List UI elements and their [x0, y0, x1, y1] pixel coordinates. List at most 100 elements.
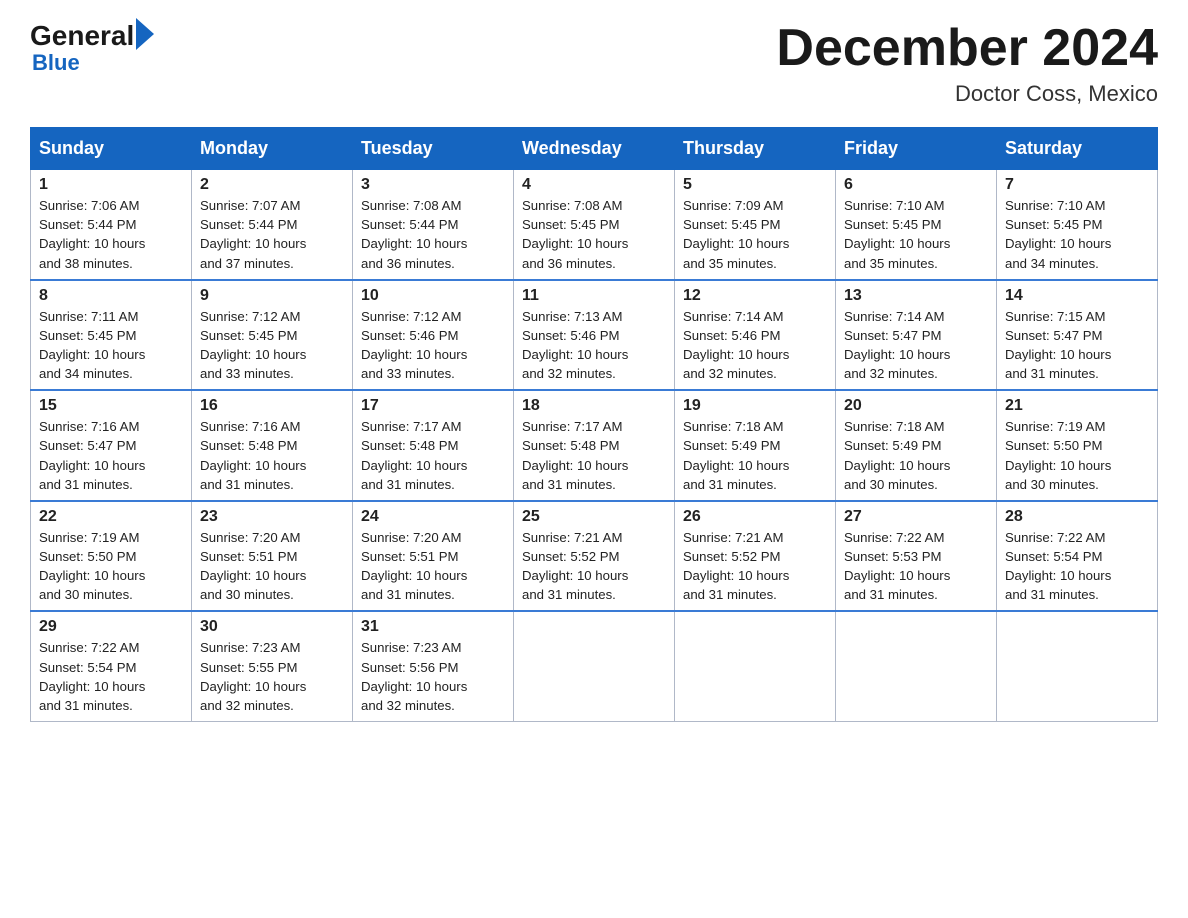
day-number: 14	[1005, 287, 1149, 305]
day-info: Sunrise: 7:07 AM Sunset: 5:44 PM Dayligh…	[200, 196, 344, 273]
day-number: 10	[361, 287, 505, 305]
calendar-week-row: 22 Sunrise: 7:19 AM Sunset: 5:50 PM Dayl…	[31, 501, 1158, 612]
day-info: Sunrise: 7:15 AM Sunset: 5:47 PM Dayligh…	[1005, 307, 1149, 384]
day-number: 23	[200, 508, 344, 526]
day-number: 18	[522, 397, 666, 415]
header-monday: Monday	[192, 128, 353, 170]
day-info: Sunrise: 7:11 AM Sunset: 5:45 PM Dayligh…	[39, 307, 183, 384]
day-info: Sunrise: 7:14 AM Sunset: 5:47 PM Dayligh…	[844, 307, 988, 384]
day-info: Sunrise: 7:17 AM Sunset: 5:48 PM Dayligh…	[522, 417, 666, 494]
day-info: Sunrise: 7:20 AM Sunset: 5:51 PM Dayligh…	[200, 528, 344, 605]
day-number: 11	[522, 287, 666, 305]
calendar-day-cell	[514, 611, 675, 721]
day-info: Sunrise: 7:12 AM Sunset: 5:45 PM Dayligh…	[200, 307, 344, 384]
day-number: 29	[39, 618, 183, 636]
calendar-week-row: 1 Sunrise: 7:06 AM Sunset: 5:44 PM Dayli…	[31, 170, 1158, 280]
calendar-day-cell: 24 Sunrise: 7:20 AM Sunset: 5:51 PM Dayl…	[353, 501, 514, 612]
header-saturday: Saturday	[997, 128, 1158, 170]
logo-blue-text: Blue	[32, 50, 80, 76]
calendar-day-cell: 7 Sunrise: 7:10 AM Sunset: 5:45 PM Dayli…	[997, 170, 1158, 280]
day-number: 4	[522, 176, 666, 194]
day-number: 21	[1005, 397, 1149, 415]
calendar-week-row: 15 Sunrise: 7:16 AM Sunset: 5:47 PM Dayl…	[31, 390, 1158, 501]
calendar-day-cell: 9 Sunrise: 7:12 AM Sunset: 5:45 PM Dayli…	[192, 280, 353, 391]
day-info: Sunrise: 7:10 AM Sunset: 5:45 PM Dayligh…	[844, 196, 988, 273]
day-number: 22	[39, 508, 183, 526]
day-number: 15	[39, 397, 183, 415]
logo-general-text: General	[30, 20, 134, 52]
location-label: Doctor Coss, Mexico	[776, 81, 1158, 107]
calendar-day-cell: 26 Sunrise: 7:21 AM Sunset: 5:52 PM Dayl…	[675, 501, 836, 612]
day-info: Sunrise: 7:19 AM Sunset: 5:50 PM Dayligh…	[39, 528, 183, 605]
day-number: 8	[39, 287, 183, 305]
header-thursday: Thursday	[675, 128, 836, 170]
calendar-day-cell: 6 Sunrise: 7:10 AM Sunset: 5:45 PM Dayli…	[836, 170, 997, 280]
day-info: Sunrise: 7:23 AM Sunset: 5:55 PM Dayligh…	[200, 638, 344, 715]
day-number: 3	[361, 176, 505, 194]
calendar-day-cell: 13 Sunrise: 7:14 AM Sunset: 5:47 PM Dayl…	[836, 280, 997, 391]
day-info: Sunrise: 7:17 AM Sunset: 5:48 PM Dayligh…	[361, 417, 505, 494]
title-section: December 2024 Doctor Coss, Mexico	[776, 20, 1158, 107]
day-info: Sunrise: 7:22 AM Sunset: 5:53 PM Dayligh…	[844, 528, 988, 605]
day-number: 20	[844, 397, 988, 415]
day-info: Sunrise: 7:08 AM Sunset: 5:44 PM Dayligh…	[361, 196, 505, 273]
day-info: Sunrise: 7:23 AM Sunset: 5:56 PM Dayligh…	[361, 638, 505, 715]
day-number: 31	[361, 618, 505, 636]
header-friday: Friday	[836, 128, 997, 170]
day-number: 6	[844, 176, 988, 194]
calendar-day-cell: 12 Sunrise: 7:14 AM Sunset: 5:46 PM Dayl…	[675, 280, 836, 391]
calendar-table: Sunday Monday Tuesday Wednesday Thursday…	[30, 127, 1158, 722]
day-info: Sunrise: 7:22 AM Sunset: 5:54 PM Dayligh…	[39, 638, 183, 715]
day-info: Sunrise: 7:09 AM Sunset: 5:45 PM Dayligh…	[683, 196, 827, 273]
day-info: Sunrise: 7:13 AM Sunset: 5:46 PM Dayligh…	[522, 307, 666, 384]
calendar-day-cell: 16 Sunrise: 7:16 AM Sunset: 5:48 PM Dayl…	[192, 390, 353, 501]
day-number: 28	[1005, 508, 1149, 526]
day-number: 27	[844, 508, 988, 526]
day-number: 19	[683, 397, 827, 415]
day-number: 9	[200, 287, 344, 305]
calendar-day-cell: 27 Sunrise: 7:22 AM Sunset: 5:53 PM Dayl…	[836, 501, 997, 612]
day-number: 2	[200, 176, 344, 194]
calendar-day-cell: 25 Sunrise: 7:21 AM Sunset: 5:52 PM Dayl…	[514, 501, 675, 612]
day-info: Sunrise: 7:18 AM Sunset: 5:49 PM Dayligh…	[683, 417, 827, 494]
day-info: Sunrise: 7:16 AM Sunset: 5:48 PM Dayligh…	[200, 417, 344, 494]
calendar-week-row: 8 Sunrise: 7:11 AM Sunset: 5:45 PM Dayli…	[31, 280, 1158, 391]
calendar-day-cell: 10 Sunrise: 7:12 AM Sunset: 5:46 PM Dayl…	[353, 280, 514, 391]
day-number: 13	[844, 287, 988, 305]
header-wednesday: Wednesday	[514, 128, 675, 170]
calendar-day-cell	[836, 611, 997, 721]
calendar-day-cell: 18 Sunrise: 7:17 AM Sunset: 5:48 PM Dayl…	[514, 390, 675, 501]
calendar-day-cell: 4 Sunrise: 7:08 AM Sunset: 5:45 PM Dayli…	[514, 170, 675, 280]
day-number: 24	[361, 508, 505, 526]
day-info: Sunrise: 7:14 AM Sunset: 5:46 PM Dayligh…	[683, 307, 827, 384]
calendar-header-row: Sunday Monday Tuesday Wednesday Thursday…	[31, 128, 1158, 170]
calendar-day-cell	[997, 611, 1158, 721]
calendar-day-cell: 21 Sunrise: 7:19 AM Sunset: 5:50 PM Dayl…	[997, 390, 1158, 501]
day-info: Sunrise: 7:22 AM Sunset: 5:54 PM Dayligh…	[1005, 528, 1149, 605]
header-sunday: Sunday	[31, 128, 192, 170]
calendar-day-cell	[675, 611, 836, 721]
logo: General Blue	[30, 20, 154, 76]
page-header: General Blue December 2024 Doctor Coss, …	[30, 20, 1158, 107]
calendar-day-cell: 14 Sunrise: 7:15 AM Sunset: 5:47 PM Dayl…	[997, 280, 1158, 391]
day-number: 1	[39, 176, 183, 194]
day-info: Sunrise: 7:12 AM Sunset: 5:46 PM Dayligh…	[361, 307, 505, 384]
day-number: 7	[1005, 176, 1149, 194]
day-number: 30	[200, 618, 344, 636]
day-number: 5	[683, 176, 827, 194]
calendar-day-cell: 20 Sunrise: 7:18 AM Sunset: 5:49 PM Dayl…	[836, 390, 997, 501]
calendar-day-cell: 3 Sunrise: 7:08 AM Sunset: 5:44 PM Dayli…	[353, 170, 514, 280]
day-info: Sunrise: 7:06 AM Sunset: 5:44 PM Dayligh…	[39, 196, 183, 273]
calendar-day-cell: 1 Sunrise: 7:06 AM Sunset: 5:44 PM Dayli…	[31, 170, 192, 280]
day-number: 16	[200, 397, 344, 415]
calendar-day-cell: 22 Sunrise: 7:19 AM Sunset: 5:50 PM Dayl…	[31, 501, 192, 612]
day-number: 26	[683, 508, 827, 526]
calendar-day-cell: 30 Sunrise: 7:23 AM Sunset: 5:55 PM Dayl…	[192, 611, 353, 721]
day-info: Sunrise: 7:19 AM Sunset: 5:50 PM Dayligh…	[1005, 417, 1149, 494]
calendar-day-cell: 2 Sunrise: 7:07 AM Sunset: 5:44 PM Dayli…	[192, 170, 353, 280]
header-tuesday: Tuesday	[353, 128, 514, 170]
day-number: 25	[522, 508, 666, 526]
day-info: Sunrise: 7:08 AM Sunset: 5:45 PM Dayligh…	[522, 196, 666, 273]
calendar-day-cell: 28 Sunrise: 7:22 AM Sunset: 5:54 PM Dayl…	[997, 501, 1158, 612]
day-info: Sunrise: 7:21 AM Sunset: 5:52 PM Dayligh…	[683, 528, 827, 605]
